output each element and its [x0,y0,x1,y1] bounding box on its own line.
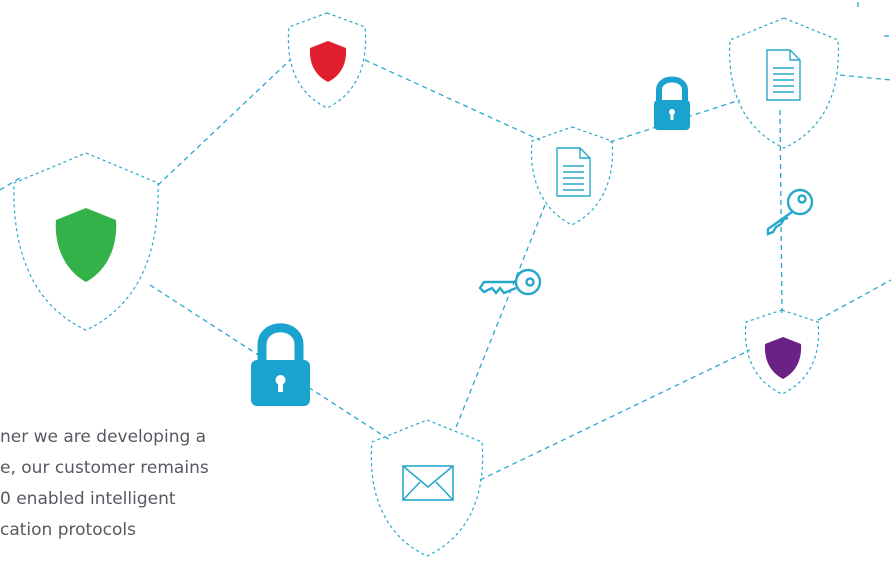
envelope-icon [402,465,454,501]
document-icon [766,49,801,101]
shield-outline-bottom [370,419,484,557]
key-icon [478,268,542,296]
document-icon [556,147,591,197]
paragraph-line: 0 enabled intelligent [0,489,176,509]
purple-shield-icon [764,337,802,379]
red-shield-icon [309,41,347,82]
intro-paragraph: ner we are developing a e, our customer … [0,422,300,546]
shield-outline-right-top [728,17,840,149]
paragraph-line: e, our customer remains [0,458,209,478]
green-shield-icon [55,208,117,282]
lock-icon [654,76,690,130]
paragraph-line: ner we are developing a [0,427,207,447]
shield-outline-middle [530,126,614,226]
paragraph-line: cation protocols [0,520,136,540]
connection-lines [0,2,891,481]
key-icon [766,188,814,236]
lock-icon [251,323,310,406]
